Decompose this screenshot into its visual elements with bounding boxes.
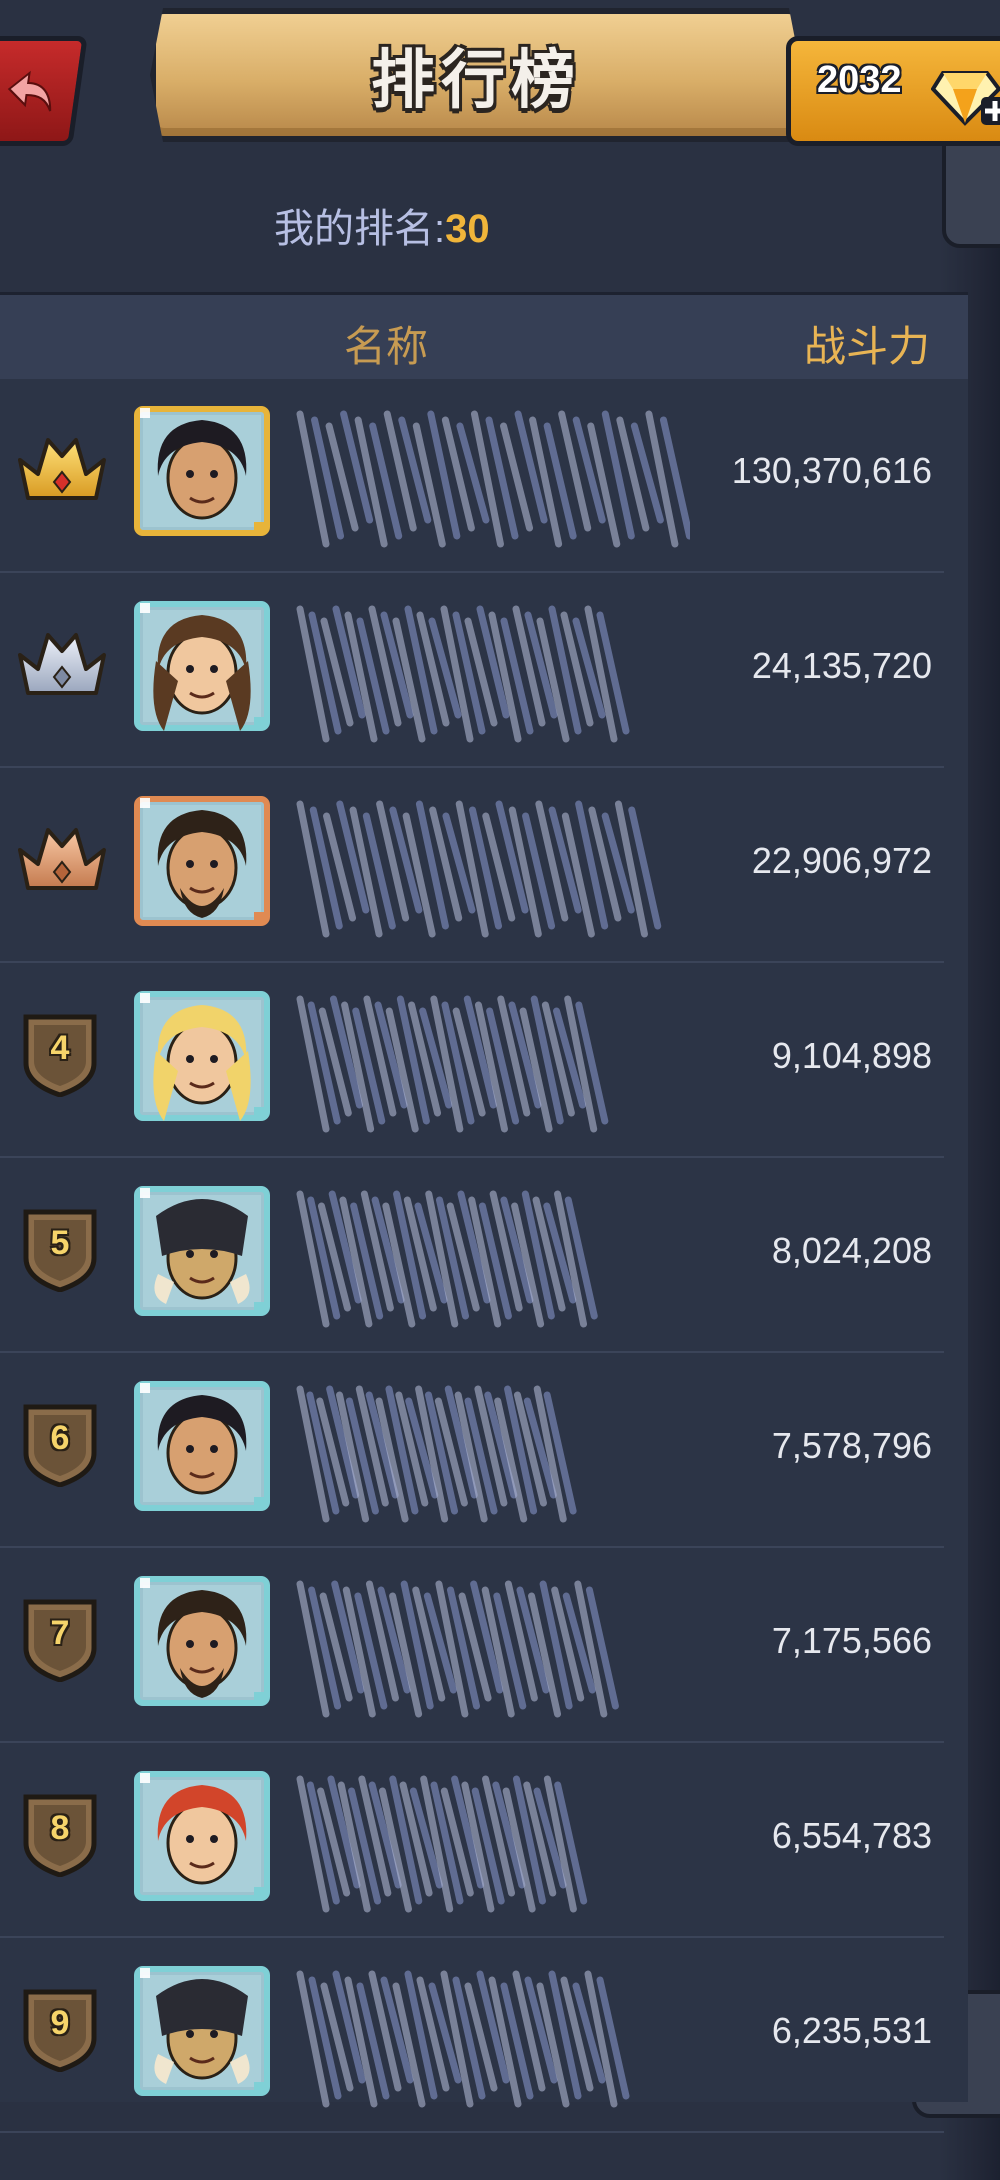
player-avatar[interactable] (134, 1771, 270, 1901)
redacted-name-scribble (296, 605, 630, 743)
warrior-dark-hair-avatar (134, 1381, 270, 1511)
leaderboard-row[interactable]: 8 6,554,783 (0, 1741, 944, 1938)
leaderboard-row[interactable]: 7 7,175,566 (0, 1546, 944, 1743)
player-name-redacted (290, 1174, 690, 1334)
player-avatar[interactable] (134, 1576, 270, 1706)
player-avatar[interactable] (134, 601, 270, 731)
player-avatar[interactable] (134, 1186, 270, 1316)
rank-badge: 7 (20, 1596, 100, 1687)
leaderboard-row[interactable]: 9 6,235,531 (0, 1936, 944, 2133)
gem-count: 2032 (817, 59, 902, 101)
redacted-name-scribble (296, 1580, 619, 1718)
combat-power: 8,024,208 (771, 1230, 932, 1271)
player-avatar[interactable] (134, 991, 270, 1121)
player-name-redacted (290, 589, 690, 749)
rank-number: 5 (50, 1224, 70, 1262)
rank-badge: 8 (20, 1791, 100, 1882)
rank-badge: 9 (20, 1986, 100, 2077)
bearded-warrior-avatar (134, 796, 270, 926)
leaderboard-table: 名称 战斗力 130,370,616 24,135,720 22,906,972 4 9… (0, 292, 968, 2133)
rank-number: 9 (50, 2004, 70, 2042)
woman-brown-hair-avatar (134, 601, 270, 731)
redacted-name-scribble (296, 1385, 577, 1523)
gem-plus-icon (931, 71, 1000, 126)
red-haired-woman-avatar (134, 1771, 270, 1901)
warrior-dark-hair-avatar (134, 406, 270, 536)
player-avatar[interactable] (134, 1966, 270, 2096)
player-avatar[interactable] (134, 406, 270, 536)
leaderboard-row[interactable]: 4 9,104,898 (0, 961, 944, 1158)
title-plaque: 排行榜 (150, 8, 802, 142)
redacted-name-scribble (296, 410, 693, 548)
redacted-name-scribble (296, 1970, 630, 2108)
redacted-name-scribble (296, 1775, 588, 1913)
rank-badge: 6 (20, 1401, 100, 1492)
helmeted-warrior-avatar (134, 1186, 270, 1316)
combat-power: 9,104,898 (771, 1035, 932, 1076)
combat-power: 6,554,783 (771, 1815, 932, 1856)
rank-badge: 5 (20, 1206, 100, 1297)
combat-power: 24,135,720 (751, 645, 932, 686)
player-name-redacted (290, 394, 693, 554)
redacted-name-scribble (296, 1190, 598, 1328)
my-rank-label: 我的排名: (274, 207, 446, 251)
combat-power: 7,175,566 (771, 1620, 932, 1661)
crown-icon (18, 438, 106, 500)
leaderboard-row[interactable]: 6 7,578,796 (0, 1351, 944, 1548)
leaderboard-row[interactable]: 5 8,024,208 (0, 1156, 944, 1353)
rank-badge (14, 426, 110, 511)
redacted-name-scribble (296, 800, 662, 938)
back-button[interactable] (0, 36, 88, 146)
column-header-power: 战斗力 (803, 323, 930, 370)
table-header: 名称 战斗力 (0, 292, 968, 379)
player-name-redacted (290, 979, 690, 1139)
rank-number: 8 (50, 1809, 70, 1847)
crown-icon (18, 633, 106, 695)
leaderboard-row[interactable]: 130,370,616 (0, 376, 944, 573)
rank-badge (14, 621, 110, 706)
crown-icon (18, 828, 106, 890)
column-header-name: 名称 (344, 323, 429, 370)
player-name-redacted (290, 784, 690, 944)
combat-power: 130,370,616 (731, 450, 932, 491)
player-name-redacted (290, 1369, 690, 1529)
rank-badge: 4 (20, 1011, 100, 1102)
helmeted-warrior-avatar (134, 1966, 270, 2096)
combat-power: 6,235,531 (771, 2010, 932, 2051)
rank-number: 4 (50, 1029, 70, 1067)
redacted-name-scribble (296, 995, 609, 1133)
player-avatar[interactable] (134, 796, 270, 926)
leaderboard-row[interactable]: 24,135,720 (0, 571, 944, 768)
player-name-redacted (290, 1954, 690, 2114)
my-rank-value: 30 (445, 207, 490, 251)
rank-badge (14, 816, 110, 901)
blonde-woman-avatar (134, 991, 270, 1121)
rank-number: 7 (50, 1614, 70, 1652)
bearded-warrior-avatar (134, 1576, 270, 1706)
leaderboard-row[interactable]: 22,906,972 (0, 766, 944, 963)
rank-number: 6 (50, 1419, 70, 1457)
player-name-redacted (290, 1564, 690, 1724)
back-arrow-icon (7, 70, 52, 112)
player-name-redacted (290, 1759, 690, 1919)
combat-power: 7,578,796 (771, 1425, 932, 1466)
combat-power: 22,906,972 (751, 840, 932, 881)
my-rank: 我的排名:30 (274, 196, 490, 254)
gem-counter-button[interactable]: 2032 (786, 36, 1000, 146)
player-avatar[interactable] (134, 1381, 270, 1511)
page-title: 排行榜 (371, 44, 581, 116)
